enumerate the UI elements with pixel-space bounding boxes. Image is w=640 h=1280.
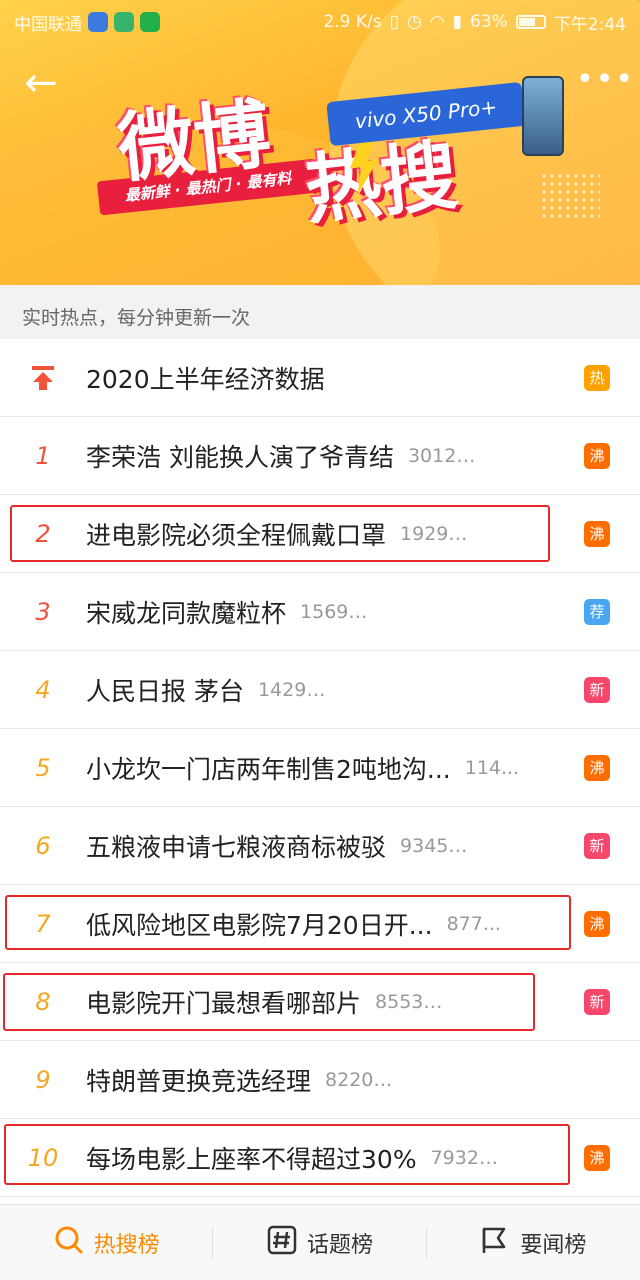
network-speed: 2.9 K/s [323, 12, 382, 32]
video-app-icon [140, 12, 160, 32]
search-count: 114... [464, 756, 520, 779]
subheader-text: 实时热点，每分钟更新一次 [0, 285, 640, 339]
tab-label: 话题榜 [306, 1232, 373, 1258]
topic-title[interactable]: 小龙坎一门店两年制售2吨地沟... [86, 750, 451, 786]
back-arrow-icon[interactable]: ← [18, 60, 64, 106]
status-badge: 新 [584, 677, 610, 703]
topic-title[interactable]: 宋威龙同款魔粒杯 [86, 594, 286, 630]
search-count: 1569129 [300, 600, 370, 623]
list-item[interactable]: 10 每场电影上座率不得超过30% 793233 沸 [0, 1119, 640, 1197]
topic-title[interactable]: 电影院开门最想看哪部片 [86, 984, 361, 1020]
tab-label: 要闻榜 [520, 1232, 587, 1258]
status-badge: 沸 [584, 1145, 610, 1171]
rank-number: 7 [35, 909, 51, 938]
search-hot-icon [54, 1225, 84, 1261]
status-badge: 荐 [584, 599, 610, 625]
list-item[interactable]: 9 特朗普更换竞选经理 822088 [0, 1041, 640, 1119]
topic-title[interactable]: 人民日报 茅台 [86, 672, 244, 708]
tab-search-hot[interactable]: 热搜榜 [0, 1205, 214, 1280]
tab-news-flag[interactable]: 要闻榜 [427, 1205, 640, 1280]
battery-icon [515, 15, 546, 29]
status-badge: 沸 [584, 755, 610, 781]
topic-title[interactable]: 每场电影上座率不得超过30% [86, 1140, 417, 1176]
search-count: 822088 [325, 1068, 396, 1091]
news-flag-icon [480, 1225, 510, 1261]
topic-title[interactable]: 进电影院必须全程佩戴口罩 [86, 516, 386, 552]
rank-number: 2 [35, 519, 51, 548]
list-item[interactable]: 3 宋威龙同款魔粒杯 1569129 荐 [0, 573, 640, 651]
rank-number: 6 [35, 831, 51, 860]
trending-list: 2020上半年经济数据 热 1 李荣浩 刘能换人演了爷青结 3012574 沸 2 进电影院必… [0, 339, 640, 1197]
alarm-icon: ◷ [406, 12, 422, 32]
status-badge: 新 [584, 833, 610, 859]
app-notify-icon [114, 12, 134, 32]
rank-number: 4 [35, 675, 51, 704]
header-banner: 中国联通 2.9 K/s ▯ ◷ ◠ ▮ 63% 下午2:44 ← ••• 最新… [0, 0, 640, 285]
list-item[interactable]: 2 进电影院必须全程佩戴口罩 1929457 沸 [0, 495, 640, 573]
battery-percent: 63% [470, 12, 508, 32]
search-count: 855310 [375, 990, 446, 1013]
topic-title[interactable]: 李荣浩 刘能换人演了爷青结 [86, 438, 394, 474]
list-item[interactable]: 5 小龙坎一门店两年制售2吨地沟... 114... 沸 [0, 729, 640, 807]
search-count: 934533 [400, 834, 471, 857]
clock: 下午2:44 [553, 14, 626, 35]
carrier-name: 中国联通 [14, 14, 82, 35]
status-bar: 中国联通 2.9 K/s ▯ ◷ ◠ ▮ 63% 下午2:44 [0, 0, 640, 44]
rank-number: 9 [35, 1065, 51, 1094]
rank-number: 5 [35, 753, 51, 782]
list-item[interactable]: 8 电影院开门最想看哪部片 855310 新 [0, 963, 640, 1041]
list-item[interactable]: 7 低风险地区电影院7月20日开... 877... 沸 [0, 885, 640, 963]
rank-number: 1 [35, 441, 51, 470]
rank-number: 8 [35, 987, 51, 1016]
search-count: 1929457 [400, 522, 470, 545]
vibrate-icon: ▯ [389, 12, 399, 32]
rank-number: 10 [27, 1143, 59, 1172]
topic-title[interactable]: 低风险地区电影院7月20日开... [86, 906, 433, 942]
status-badge: 沸 [584, 521, 610, 547]
bottom-nav: 热搜榜 话题榜 要闻榜 [0, 1204, 640, 1280]
status-badge: 新 [584, 989, 610, 1015]
topic-title[interactable]: 五粮液申请七粮液商标被驳 [86, 828, 386, 864]
list-item[interactable]: 6 五粮液申请七粮液商标被驳 934533 新 [0, 807, 640, 885]
tab-hashtag[interactable]: 话题榜 [213, 1205, 427, 1280]
search-count: 1429001 [257, 678, 328, 701]
search-count: 3012574 [407, 444, 478, 467]
wifi-icon: ◠ [429, 12, 445, 32]
list-item[interactable]: 2020上半年经济数据 热 [0, 339, 640, 417]
search-count: 877... [446, 912, 501, 935]
list-item[interactable]: 1 李荣浩 刘能换人演了爷青结 3012574 沸 [0, 417, 640, 495]
hashtag-icon [267, 1225, 297, 1261]
list-item[interactable]: 4 人民日报 茅台 1429001 新 [0, 651, 640, 729]
shield-app-icon [88, 12, 108, 32]
banner-dots [540, 172, 600, 222]
status-badge: 沸 [584, 911, 610, 937]
tab-label: 热搜榜 [93, 1232, 160, 1258]
more-options-icon[interactable]: ••• [576, 60, 633, 106]
phone-image [522, 76, 564, 156]
status-badge: 沸 [584, 443, 610, 469]
topic-title[interactable]: 2020上半年经济数据 [86, 360, 325, 396]
search-count: 793233 [430, 1146, 501, 1169]
status-badge: 热 [584, 365, 610, 391]
pin-top-icon [0, 365, 86, 390]
rank-number: 3 [35, 597, 51, 626]
signal-icon: ▮ [452, 12, 463, 32]
topic-title[interactable]: 特朗普更换竞选经理 [86, 1062, 311, 1098]
